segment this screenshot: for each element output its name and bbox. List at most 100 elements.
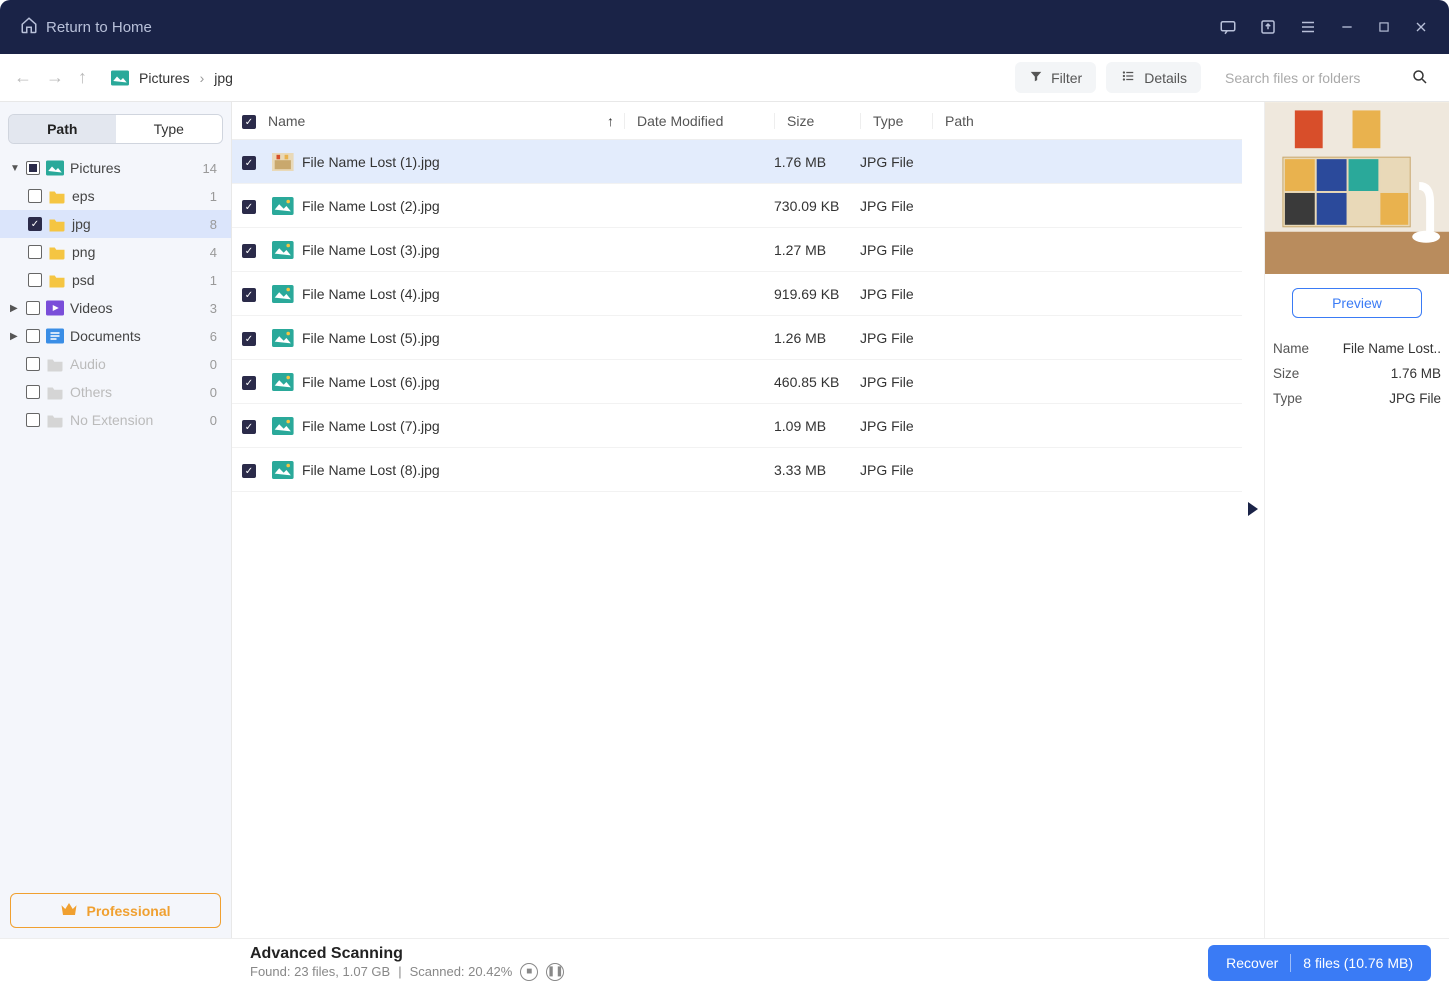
file-thumb-icon [272, 329, 294, 347]
checkbox[interactable] [26, 161, 40, 175]
file-size: 1.27 MB [774, 242, 860, 258]
maximize-icon[interactable] [1377, 20, 1391, 34]
table-row[interactable]: ✓ File Name Lost (1).jpg 1.76 MB JPG Fil… [232, 140, 1242, 184]
forward-icon[interactable]: → [46, 67, 64, 88]
tree-item-png[interactable]: png 4 [0, 238, 231, 266]
file-type: JPG File [860, 198, 932, 214]
search-input[interactable] [1215, 61, 1435, 95]
checkbox[interactable] [28, 189, 42, 203]
chevron-down-icon[interactable]: ▼ [10, 163, 20, 174]
row-checkbox[interactable]: ✓ [242, 244, 256, 258]
col-path[interactable]: Path [932, 113, 1232, 129]
col-name[interactable]: Name [268, 113, 305, 129]
menu-icon[interactable] [1299, 18, 1317, 36]
col-size[interactable]: Size [774, 113, 860, 129]
tab-type[interactable]: Type [116, 115, 223, 143]
checkbox[interactable]: ✓ [28, 217, 42, 231]
details-label: Details [1144, 70, 1187, 86]
chat-icon[interactable] [1219, 18, 1237, 36]
search-icon[interactable] [1411, 68, 1429, 91]
preview-button[interactable]: Preview [1292, 288, 1422, 318]
file-size: 730.09 KB [774, 198, 860, 214]
checkbox[interactable] [26, 385, 40, 399]
chevron-right-icon[interactable]: ▶ [10, 331, 20, 342]
up-icon[interactable]: ↑ [78, 67, 87, 88]
table-row[interactable]: ✓ File Name Lost (6).jpg 460.85 KB JPG F… [232, 360, 1242, 404]
file-type: JPG File [860, 286, 932, 302]
row-checkbox[interactable]: ✓ [242, 332, 256, 346]
found-label: Found: 23 files, 1.07 GB [250, 964, 390, 979]
col-type[interactable]: Type [860, 113, 932, 129]
sort-arrow-icon[interactable]: ↑ [607, 113, 614, 129]
close-icon[interactable] [1413, 19, 1429, 35]
filter-button[interactable]: Filter [1015, 62, 1096, 93]
tree-item-documents[interactable]: ▶ Documents 6 [0, 322, 231, 350]
preview-thumbnail[interactable] [1265, 102, 1449, 274]
table-row[interactable]: ✓ File Name Lost (3).jpg 1.27 MB JPG Fil… [232, 228, 1242, 272]
tree-item-label: Others [70, 384, 112, 400]
folder-icon [46, 412, 64, 428]
row-checkbox[interactable]: ✓ [242, 200, 256, 214]
folder-icon [48, 244, 66, 260]
table-row[interactable]: ✓ File Name Lost (2).jpg 730.09 KB JPG F… [232, 184, 1242, 228]
tree-item-videos[interactable]: ▶ Videos 3 [0, 294, 231, 322]
stop-scan-button[interactable]: ■ [520, 963, 538, 981]
search-box[interactable] [1215, 61, 1435, 95]
tree-item-count: 3 [210, 301, 221, 316]
tree-item-jpg[interactable]: ✓ jpg 8 [0, 210, 231, 238]
pause-scan-button[interactable]: ❚❚ [546, 963, 564, 981]
checkbox[interactable] [26, 301, 40, 315]
select-all-checkbox[interactable]: ✓ [242, 115, 256, 129]
tab-path[interactable]: Path [9, 115, 116, 143]
tree-item-eps[interactable]: eps 1 [0, 182, 231, 210]
tree-item-label: No Extension [70, 412, 153, 428]
checkbox[interactable] [28, 273, 42, 287]
tree-item-others[interactable]: Others 0 [0, 378, 231, 406]
file-size: 1.09 MB [774, 418, 860, 434]
file-name: File Name Lost (4).jpg [302, 286, 440, 302]
file-name: File Name Lost (2).jpg [302, 198, 440, 214]
row-checkbox[interactable]: ✓ [242, 156, 256, 170]
recover-selection: 8 files (10.76 MB) [1303, 955, 1413, 971]
breadcrumb-item[interactable]: jpg [214, 70, 233, 86]
checkbox[interactable] [26, 413, 40, 427]
expand-preview-icon[interactable] [1248, 132, 1258, 519]
tree-item-label: png [72, 244, 95, 260]
tree-item-pictures[interactable]: ▼ Pictures 14 [0, 154, 231, 182]
row-checkbox[interactable]: ✓ [242, 376, 256, 390]
details-button[interactable]: Details [1106, 62, 1201, 93]
row-checkbox[interactable]: ✓ [242, 420, 256, 434]
table-row[interactable]: ✓ File Name Lost (7).jpg 1.09 MB JPG Fil… [232, 404, 1242, 448]
checkbox[interactable] [26, 329, 40, 343]
tree-item-psd[interactable]: psd 1 [0, 266, 231, 294]
file-size: 919.69 KB [774, 286, 860, 302]
chevron-right-icon: › [200, 70, 205, 86]
file-name: File Name Lost (7).jpg [302, 418, 440, 434]
tree-item-count: 14 [203, 161, 221, 176]
col-date[interactable]: Date Modified [624, 113, 774, 129]
table-row[interactable]: ✓ File Name Lost (5).jpg 1.26 MB JPG Fil… [232, 316, 1242, 360]
checkbox[interactable] [26, 357, 40, 371]
row-checkbox[interactable]: ✓ [242, 288, 256, 302]
tree-item-label: eps [72, 188, 95, 204]
return-home-button[interactable]: Return to Home [20, 16, 152, 38]
file-name: File Name Lost (5).jpg [302, 330, 440, 346]
checkbox[interactable] [28, 245, 42, 259]
chevron-right-icon[interactable]: ▶ [10, 303, 20, 314]
meta-row: TypeJPG File [1273, 386, 1441, 411]
tree-item-no-extension[interactable]: No Extension 0 [0, 406, 231, 434]
recover-button[interactable]: Recover 8 files (10.76 MB) [1208, 945, 1431, 981]
export-icon[interactable] [1259, 18, 1277, 36]
filter-label: Filter [1051, 70, 1082, 86]
row-checkbox[interactable]: ✓ [242, 464, 256, 478]
back-icon[interactable]: ← [14, 67, 32, 88]
scan-title: Advanced Scanning [250, 945, 564, 963]
meta-row: NameFile Name Lost.. [1273, 336, 1441, 361]
table-row[interactable]: ✓ File Name Lost (8).jpg 3.33 MB JPG Fil… [232, 448, 1242, 492]
professional-button[interactable]: Professional [10, 893, 221, 928]
tree-item-audio[interactable]: Audio 0 [0, 350, 231, 378]
minimize-icon[interactable] [1339, 19, 1355, 35]
breadcrumb-item[interactable]: Pictures [139, 70, 190, 86]
tree-item-label: jpg [72, 216, 91, 232]
table-row[interactable]: ✓ File Name Lost (4).jpg 919.69 KB JPG F… [232, 272, 1242, 316]
